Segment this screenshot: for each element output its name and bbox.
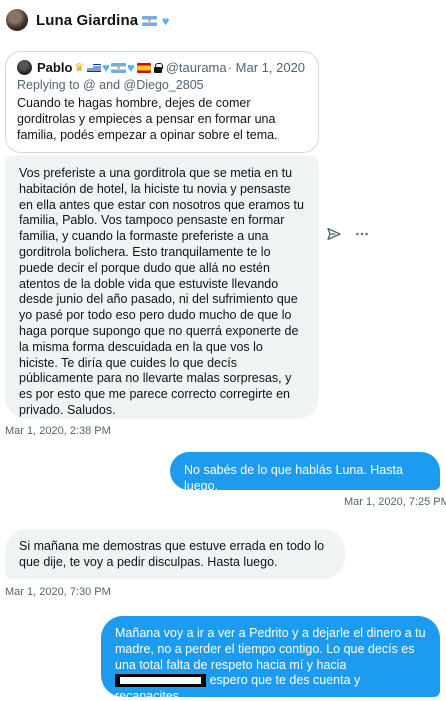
argentina-flag-icon [142, 15, 158, 26]
lock-icon [153, 62, 163, 73]
message-bubble-outgoing[interactable]: No sabés de lo que hablás Luna. Hasta lu… [170, 452, 440, 493]
replying-to: Replying to @ and @Diego_2805 [17, 78, 204, 92]
quoted-tweet-card[interactable]: Pablo ♛ ♥ ♥ @taurama · Mar 1, 2020 Reply… [5, 51, 319, 153]
message-bubble-incoming[interactable]: Vos preferiste a una gorditrola que se m… [5, 156, 319, 419]
message-text: Si mañana me demostras que estuve errada… [19, 539, 325, 569]
conversation-title[interactable]: Luna Giardina ♥ [36, 12, 170, 29]
message-text: No sabés de lo que hablás Luna. Hasta lu… [184, 463, 403, 493]
argentina-flag-icon [111, 62, 126, 73]
spain-flag-icon [136, 62, 151, 73]
blue-heart-icon: ♥ [161, 13, 170, 29]
message-timestamp: Mar 1, 2020, 2:38 PM [5, 425, 111, 437]
crown-icon: ♛ [74, 62, 85, 74]
send-arrow-icon[interactable] [326, 226, 342, 242]
message-actions [326, 226, 370, 242]
quoted-author-name: Pablo [37, 60, 73, 75]
display-name: Luna Giardina [36, 11, 139, 29]
blue-heart-icon: ♥ [127, 60, 135, 75]
avatar[interactable] [6, 9, 28, 31]
message-bubble-outgoing[interactable]: Mañana voy a ir a ver a Pedrito y a deja… [101, 616, 440, 701]
conversation-header: Luna Giardina ♥ [0, 0, 446, 40]
message-text: Mañana voy a ir a ver a Pedrito y a deja… [115, 626, 426, 672]
quoted-text: Cuando te hagas hombre, dejes de comer g… [17, 96, 278, 142]
message-text: Vos preferiste a una gorditrola que se m… [19, 166, 304, 417]
quoted-avatar [17, 60, 32, 75]
uruguay-flag-icon [87, 62, 102, 73]
message-timestamp: Mar 1, 2020, 7:30 PM [5, 586, 111, 598]
message-timestamp: Mar 1, 2020, 7:25 PM [344, 496, 446, 508]
blue-heart-icon: ♥ [102, 60, 110, 75]
more-dots-icon[interactable] [354, 226, 370, 242]
quoted-date: · Mar 1, 2020 [227, 60, 306, 75]
quoted-handle: @taurama [165, 60, 227, 75]
redaction-box [115, 673, 206, 687]
message-bubble-incoming[interactable]: Si mañana me demostras que estuve errada… [5, 529, 345, 579]
